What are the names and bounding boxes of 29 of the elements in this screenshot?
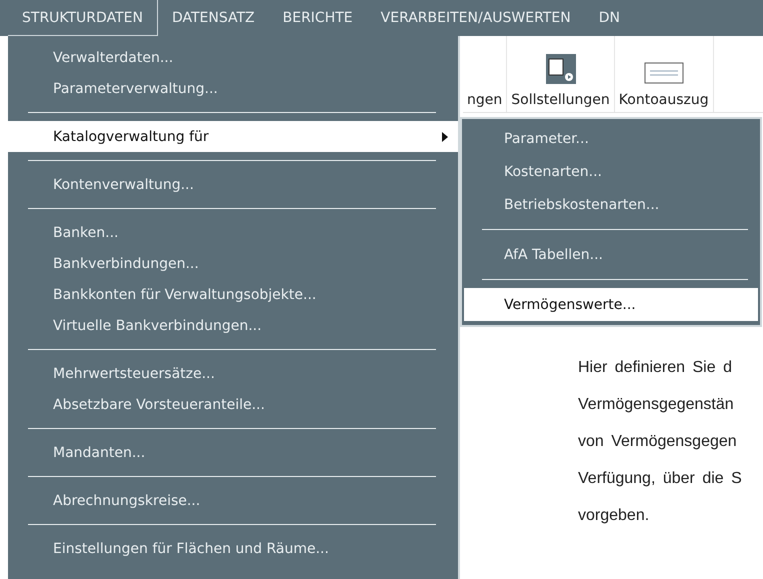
submenu-arrow-icon — [442, 132, 448, 142]
menu-item[interactable]: Bankverbindungen... — [8, 248, 458, 279]
menu-item[interactable]: Abrechnungskreise... — [8, 485, 458, 516]
menu-item[interactable]: Virtuelle Bankverbindungen... — [8, 310, 458, 341]
menu-item[interactable]: Absetzbare Vorsteueranteile... — [8, 389, 458, 420]
menu-item[interactable]: Kontenverwaltung... — [8, 169, 458, 200]
menu-bar-item[interactable]: VERARBEITEN/AUSWERTEN — [366, 0, 585, 36]
menu-item[interactable]: Bankkonten für Verwaltungsobjekte... — [8, 279, 458, 310]
menu-item[interactable]: AfA Tabellen... — [464, 238, 758, 271]
menu-item[interactable]: Parameterverwaltung... — [8, 73, 458, 104]
document-icon — [644, 62, 684, 84]
menu-item[interactable]: Einstellungen für Flächen und Räume... — [8, 533, 458, 564]
menu-bar-item[interactable]: BERICHTE — [268, 0, 367, 36]
menu-item[interactable]: Vermögenswerte... — [464, 288, 758, 321]
menu-item[interactable]: Mehrwertsteuersätze... — [8, 358, 458, 389]
menu-bar-item[interactable]: DATENSATZ — [158, 0, 269, 36]
calendar-icon — [546, 54, 576, 84]
menu-item[interactable]: Betriebskostenarten... — [464, 188, 758, 221]
menu-item[interactable]: Kostenarten... — [464, 155, 758, 188]
menu-item[interactable]: Katalogverwaltung für — [8, 121, 458, 152]
menu-item[interactable]: Mandanten... — [8, 437, 458, 468]
ribbon-button[interactable]: Kontoauszug — [614, 36, 714, 112]
ribbon-button[interactable]: Sollstellungen — [507, 36, 615, 112]
description-paragraph: Hier definieren Sie d Vermögensgegenstän von Vermögensgegen Verfügung, über die S vorgeben. — [578, 358, 743, 526]
menu-item[interactable]: Parameter... — [464, 122, 758, 155]
ribbon-button[interactable]: ngen — [463, 36, 508, 112]
menu-item[interactable]: Banken... — [8, 217, 458, 248]
menu-bar-item[interactable]: DN — [584, 0, 634, 36]
menu-item[interactable]: Verwalterdaten... — [8, 42, 458, 73]
